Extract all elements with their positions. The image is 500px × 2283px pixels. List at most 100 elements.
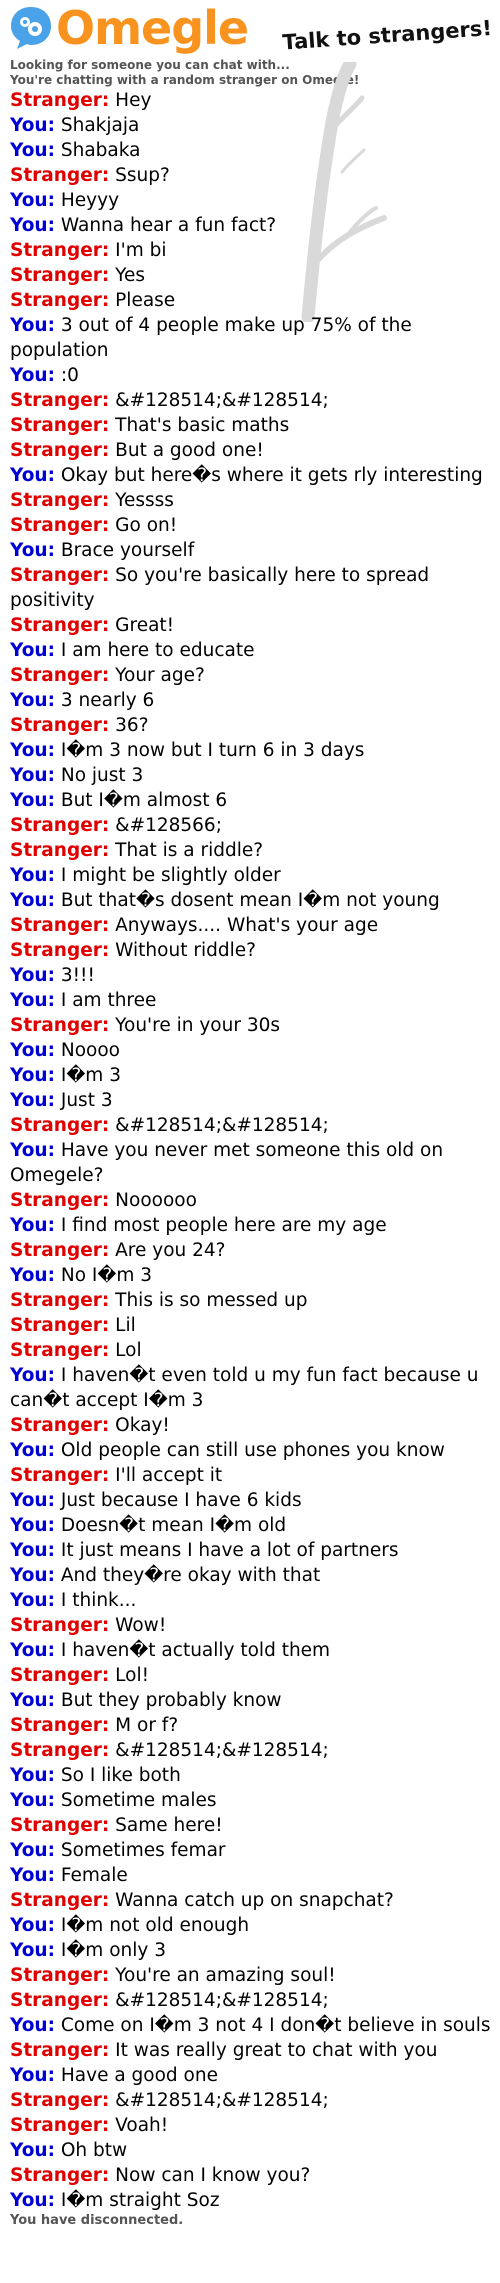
chat-message: You: I�m only 3 bbox=[10, 1938, 492, 1963]
you-label: You: bbox=[10, 690, 55, 711]
chat-message: You: Old people can still use phones you… bbox=[10, 1438, 492, 1463]
chat-message: You: Sometime males bbox=[10, 1788, 492, 1813]
message-text: Sometime males bbox=[60, 1790, 217, 1811]
stranger-label: Stranger: bbox=[10, 1415, 110, 1436]
stranger-label: Stranger: bbox=[10, 1290, 110, 1311]
stranger-label: Stranger: bbox=[10, 2165, 110, 2186]
stranger-label: Stranger: bbox=[10, 1740, 110, 1761]
chat-message: Stranger: &#128514;&#128514; bbox=[10, 2088, 492, 2113]
stranger-label: Stranger: bbox=[10, 715, 110, 736]
chat-message: You: So I like both bbox=[10, 1763, 492, 1788]
message-text: &#128514;&#128514; bbox=[115, 2090, 329, 2111]
chat-message: Stranger: So you're basically here to sp… bbox=[10, 563, 492, 613]
you-label: You: bbox=[10, 365, 55, 386]
you-label: You: bbox=[10, 790, 55, 811]
message-text: Lol bbox=[115, 1340, 142, 1361]
stranger-label: Stranger: bbox=[10, 290, 110, 311]
chat-message: Stranger: Without riddle? bbox=[10, 938, 492, 963]
stranger-label: Stranger: bbox=[10, 240, 110, 261]
you-label: You: bbox=[10, 1865, 55, 1886]
message-text: No I�m 3 bbox=[60, 1265, 153, 1286]
you-label: You: bbox=[10, 740, 55, 761]
chat-message: Stranger: &#128514;&#128514; bbox=[10, 1113, 492, 1138]
stranger-label: Stranger: bbox=[10, 1665, 110, 1686]
chat-message: You: I haven�t actually told them bbox=[10, 1638, 492, 1663]
message-text: No just 3 bbox=[60, 765, 144, 786]
message-text: Okay! bbox=[115, 1415, 170, 1436]
message-text: Wanna hear a fun fact? bbox=[60, 215, 277, 236]
chat-message: Stranger: Lol bbox=[10, 1338, 492, 1363]
stranger-label: Stranger: bbox=[10, 2040, 110, 2061]
you-label: You: bbox=[10, 1565, 55, 1586]
chat-message: Stranger: Same here! bbox=[10, 1813, 492, 1838]
chat-message: You: I am three bbox=[10, 988, 492, 1013]
you-label: You: bbox=[10, 990, 55, 1011]
chat-message: You: Heyyy bbox=[10, 188, 492, 213]
message-text: 3!!! bbox=[60, 965, 95, 986]
chat-message: Stranger: Noooooo bbox=[10, 1188, 492, 1213]
chat-message: You: Wanna hear a fun fact? bbox=[10, 213, 492, 238]
message-text: Are you 24? bbox=[115, 1240, 226, 1261]
message-text: 3 nearly 6 bbox=[60, 690, 155, 711]
stranger-label: Stranger: bbox=[10, 1465, 110, 1486]
you-label: You: bbox=[10, 1840, 55, 1861]
stranger-label: Stranger: bbox=[10, 1190, 110, 1211]
you-label: You: bbox=[10, 1515, 55, 1536]
chat-message: Stranger: Wanna catch up on snapchat? bbox=[10, 1888, 492, 1913]
you-label: You: bbox=[10, 1365, 55, 1386]
you-label: You: bbox=[10, 865, 55, 886]
chat-message: Stranger: Yessss bbox=[10, 488, 492, 513]
message-text: Lol! bbox=[115, 1665, 150, 1686]
chat-message: You: I haven�t even told u my fun fact b… bbox=[10, 1363, 492, 1413]
you-label: You: bbox=[10, 1090, 55, 1111]
message-text: &#128514;&#128514; bbox=[115, 1740, 329, 1761]
you-label: You: bbox=[10, 1065, 55, 1086]
chat-message: You: I find most people here are my age bbox=[10, 1213, 492, 1238]
stranger-label: Stranger: bbox=[10, 1340, 110, 1361]
you-label: You: bbox=[10, 190, 55, 211]
chat-message: You: And they�re okay with that bbox=[10, 1563, 492, 1588]
you-label: You: bbox=[10, 965, 55, 986]
omegle-logo[interactable]: Omegle bbox=[8, 2, 249, 54]
chat-message: Stranger: Great! bbox=[10, 613, 492, 638]
message-text: Have you never met someone this old on O… bbox=[10, 1140, 444, 1186]
chat-message: You: Sometimes femar bbox=[10, 1838, 492, 1863]
you-label: You: bbox=[10, 215, 55, 236]
message-text: I'll accept it bbox=[115, 1465, 223, 1486]
chat-message: You: No I�m 3 bbox=[10, 1263, 492, 1288]
message-text: I am here to educate bbox=[60, 640, 255, 661]
stranger-label: Stranger: bbox=[10, 2090, 110, 2111]
message-text: Ssup? bbox=[115, 165, 170, 186]
message-text: 3 out of 4 people make up 75% of the pop… bbox=[10, 315, 412, 361]
you-label: You: bbox=[10, 2140, 55, 2161]
stranger-label: Stranger: bbox=[10, 265, 110, 286]
message-text: :0 bbox=[60, 365, 79, 386]
chat-message: You: I�m not old enough bbox=[10, 1913, 492, 1938]
you-label: You: bbox=[10, 140, 55, 161]
message-text: I�m not old enough bbox=[60, 1915, 250, 1936]
chat-message: Stranger: Are you 24? bbox=[10, 1238, 492, 1263]
stranger-label: Stranger: bbox=[10, 815, 110, 836]
chat-message: Stranger: Yes bbox=[10, 263, 492, 288]
tagline: Talk to strangers! bbox=[281, 16, 493, 55]
chat-message: You: Shabaka bbox=[10, 138, 492, 163]
message-text: Doesn�t mean I�m old bbox=[60, 1515, 287, 1536]
message-text: Your age? bbox=[115, 665, 205, 686]
message-text: But a good one! bbox=[115, 440, 264, 461]
chat-message: Stranger: I'll accept it bbox=[10, 1463, 492, 1488]
chat-message: You: No just 3 bbox=[10, 763, 492, 788]
message-text: Oh btw bbox=[60, 2140, 128, 2161]
message-text: &#128514;&#128514; bbox=[115, 1990, 329, 2011]
message-text: That is a riddle? bbox=[115, 840, 264, 861]
stranger-label: Stranger: bbox=[10, 1240, 110, 1261]
message-text: Noooo bbox=[60, 1040, 120, 1061]
chat-message: Stranger: &#128514;&#128514; bbox=[10, 1988, 492, 2013]
stranger-label: Stranger: bbox=[10, 90, 110, 111]
chat-message: You: But that�s dosent mean I�m not youn… bbox=[10, 888, 492, 913]
chat-message: Stranger: &#128514;&#128514; bbox=[10, 388, 492, 413]
message-text: Come on I�m 3 not 4 I don�t believe in s… bbox=[60, 2015, 491, 2036]
stranger-label: Stranger: bbox=[10, 440, 110, 461]
chat-message: You: I�m 3 now but I turn 6 in 3 days bbox=[10, 738, 492, 763]
message-text: Great! bbox=[115, 615, 175, 636]
you-label: You: bbox=[10, 1140, 55, 1161]
